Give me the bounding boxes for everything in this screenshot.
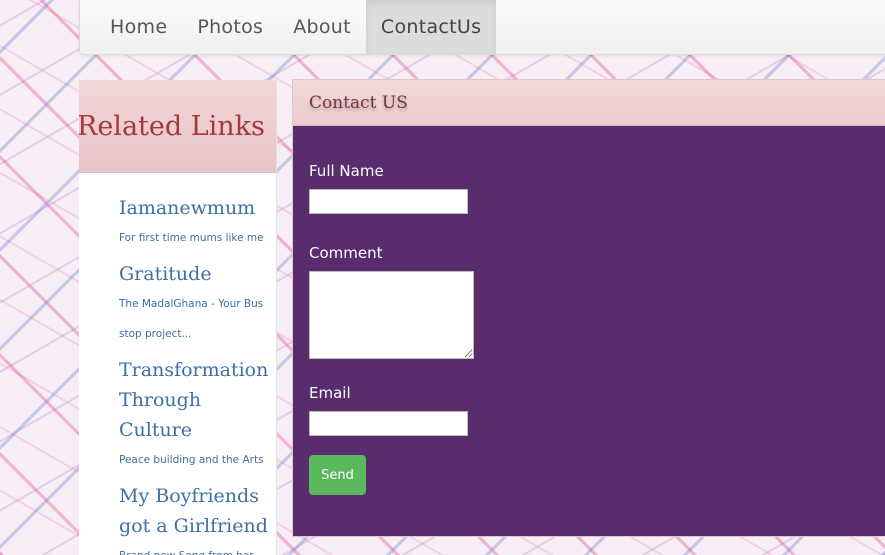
related-link-description: Peace building and the Arts xyxy=(119,454,264,466)
related-link-item: My Boyfriends got a Girlfriend Brand new… xyxy=(119,481,276,555)
nav-photos[interactable]: Photos xyxy=(182,0,278,54)
related-link-item: Iamanewmum For first time mums like me xyxy=(119,193,276,253)
nav-about[interactable]: About xyxy=(278,0,366,54)
contact-panel-title: Contact US xyxy=(309,92,408,113)
nav-home[interactable]: Home xyxy=(80,0,182,54)
email-label: Email xyxy=(309,384,351,402)
related-link-description: The MadalGhana - Your Bus stop project..… xyxy=(119,298,264,340)
related-links-list: Iamanewmum For first time mums like me G… xyxy=(79,173,276,555)
related-link-item: Gratitude The MadalGhana - Your Bus stop… xyxy=(119,259,276,349)
related-link-title[interactable]: Transformation Through Culture xyxy=(119,355,276,445)
comment-label: Comment xyxy=(309,244,383,262)
related-link-title[interactable]: Iamanewmum xyxy=(119,193,276,223)
related-links-sidebar: Related Links Iamanewmum For first time … xyxy=(79,80,277,555)
send-button[interactable]: Send xyxy=(309,455,366,495)
contact-form: Full Name Comment Email Send xyxy=(293,126,885,495)
sidebar-header: Related Links xyxy=(79,80,276,173)
related-link-description: Brand new Song from her xyxy=(119,541,269,555)
related-link-title[interactable]: Gratitude xyxy=(119,259,276,289)
full-name-input[interactable] xyxy=(309,189,468,214)
full-name-label: Full Name xyxy=(309,162,384,180)
nav-contactus[interactable]: ContactUs xyxy=(365,0,497,54)
contact-panel-header: Contact US xyxy=(293,80,885,126)
related-link-description: For first time mums like me xyxy=(119,232,264,244)
related-link-item: Transformation Through Culture Peace bui… xyxy=(119,355,276,475)
top-navbar: Home Photos About ContactUs xyxy=(79,0,885,55)
related-link-title[interactable]: My Boyfriends got a Girlfriend xyxy=(119,481,276,541)
contact-panel: Contact US Full Name Comment Email Send xyxy=(292,79,885,537)
comment-textarea[interactable] xyxy=(309,271,474,359)
email-input[interactable] xyxy=(309,411,468,436)
sidebar-title: Related Links xyxy=(79,110,265,142)
